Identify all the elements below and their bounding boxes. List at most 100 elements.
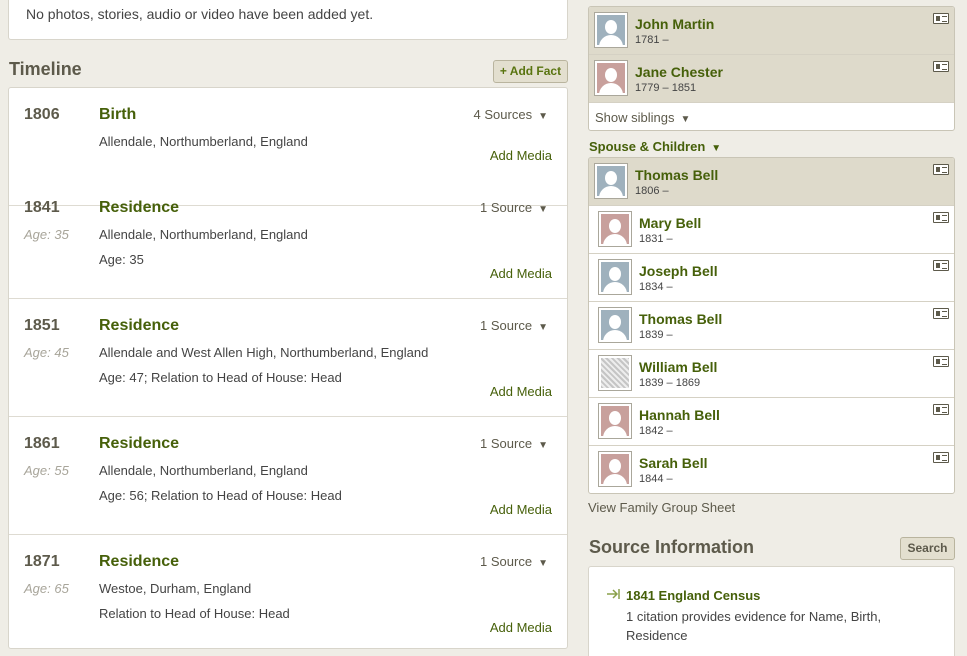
person-name[interactable]: Sarah Bell [639, 455, 707, 471]
event-sources-label: 4 Sources [473, 107, 533, 122]
parent-row[interactable]: John Martin 1781 – [589, 7, 954, 55]
profile-card-icon[interactable] [933, 404, 949, 415]
event-year: 1861 [24, 435, 60, 452]
timeline-title: Timeline [9, 59, 82, 79]
add-media-link[interactable]: Add Media [490, 384, 552, 399]
event-detail: Relation to Head of House: Head [99, 606, 290, 621]
person-name[interactable]: Joseph Bell [639, 263, 718, 279]
event-sources-dropdown[interactable]: 1 Source ▼ [480, 554, 548, 569]
event-sources-dropdown[interactable]: 1 Source ▼ [480, 436, 548, 451]
person-name[interactable]: Thomas Bell [639, 311, 722, 327]
male-avatar-icon [594, 12, 628, 48]
person-name[interactable]: William Bell [639, 359, 717, 375]
person-dates: 1831 – [639, 233, 673, 245]
caret-down-icon: ▼ [711, 143, 722, 154]
event-age: Age: 65 [24, 581, 69, 596]
event-sources-dropdown[interactable]: 1 Source ▼ [480, 200, 548, 215]
child-row[interactable]: Thomas Bell 1839 – [589, 302, 954, 350]
child-row[interactable]: William Bell 1839 – 1869 [589, 350, 954, 398]
spouse-row[interactable]: Thomas Bell 1806 – [589, 158, 954, 206]
event-sources-label: 1 Source [480, 318, 533, 333]
event-title[interactable]: Residence [99, 553, 179, 571]
source-info-title: Source Information [589, 537, 755, 557]
event-year: 1841 [24, 199, 60, 216]
child-row[interactable]: Hannah Bell 1842 – [589, 398, 954, 446]
show-siblings-toggle[interactable]: Show siblings ▼ [595, 110, 690, 125]
child-row[interactable]: Mary Bell 1831 – [589, 206, 954, 254]
profile-card-icon[interactable] [933, 356, 949, 367]
add-media-link[interactable]: Add Media [490, 148, 552, 163]
add-fact-button[interactable]: + Add Fact [493, 60, 568, 83]
person-dates: 1839 – 1869 [639, 377, 701, 389]
spouse-children-toggle[interactable]: Spouse & Children ▼ [589, 139, 721, 154]
event-place: Allendale, Northumberland, England [99, 227, 308, 242]
source-name-link[interactable]: 1841 England Census [626, 588, 760, 603]
event-place: Allendale and West Allen High, Northumbe… [99, 345, 429, 360]
timeline-event: 1871 Age: 65 Residence Westoe, Durham, E… [9, 535, 567, 653]
event-sources-dropdown[interactable]: 1 Source ▼ [480, 318, 548, 333]
show-siblings-label: Show siblings [595, 110, 675, 125]
event-title[interactable]: Residence [99, 199, 179, 217]
female-avatar-icon [594, 60, 628, 96]
male-avatar-icon [594, 163, 628, 199]
event-place: Westoe, Durham, England [99, 581, 252, 596]
event-age: Age: 35 [24, 227, 69, 242]
person-dates: 1834 – [639, 281, 673, 293]
caret-down-icon: ▼ [538, 204, 548, 215]
event-detail: Age: 56; Relation to Head of House: Head [99, 488, 342, 503]
caret-down-icon: ▼ [538, 440, 548, 451]
family-panel: Thomas Bell 1806 – Mary Bell 1831 – Jose… [588, 157, 955, 494]
event-year: 1871 [24, 553, 60, 570]
search-button[interactable]: Search [900, 537, 955, 560]
person-dates: 1844 – [639, 473, 673, 485]
source-arrow-icon [607, 589, 620, 599]
event-year: 1806 [24, 106, 60, 123]
person-name[interactable]: Mary Bell [639, 215, 701, 231]
event-sources-dropdown[interactable]: 4 Sources ▼ [474, 107, 548, 122]
event-sources-label: 1 Source [480, 200, 533, 215]
profile-card-icon[interactable] [933, 61, 949, 72]
event-detail: Age: 35 [99, 252, 144, 267]
event-title[interactable]: Residence [99, 317, 179, 335]
person-dates: 1842 – [639, 425, 673, 437]
person-name[interactable]: Thomas Bell [635, 167, 718, 183]
person-name[interactable]: Jane Chester [635, 64, 723, 80]
person-name[interactable]: Hannah Bell [639, 407, 720, 423]
event-sources-label: 1 Source [480, 554, 533, 569]
event-place: Allendale, Northumberland, England [99, 463, 308, 478]
caret-down-icon: ▼ [538, 111, 548, 122]
source-description: 1 citation provides evidence for Name, B… [626, 609, 882, 643]
profile-card-icon[interactable] [933, 308, 949, 319]
add-media-link[interactable]: Add Media [490, 502, 552, 517]
view-family-group-sheet-link[interactable]: View Family Group Sheet [588, 500, 735, 515]
child-row[interactable]: Sarah Bell 1844 – [589, 446, 954, 493]
event-title[interactable]: Birth [99, 106, 136, 124]
add-media-link[interactable]: Add Media [490, 620, 552, 635]
event-year: 1851 [24, 317, 60, 334]
source-panel: 1841 England Census 1 citation provides … [588, 566, 955, 656]
profile-card-icon[interactable] [933, 452, 949, 463]
caret-down-icon: ▼ [680, 114, 691, 125]
caret-down-icon: ▼ [538, 322, 548, 333]
profile-card-icon[interactable] [933, 164, 949, 175]
person-name[interactable]: John Martin [635, 16, 714, 32]
event-title[interactable]: Residence [99, 435, 179, 453]
timeline-list: 1806 Birth Allendale, Northumberland, En… [8, 87, 568, 649]
media-panel: No photos, stories, audio or video have … [8, 0, 568, 40]
event-sources-label: 1 Source [480, 436, 533, 451]
timeline-event: 1861 Age: 55 Residence Allendale, Northu… [9, 417, 567, 535]
profile-card-icon[interactable] [933, 212, 949, 223]
timeline-event: 1851 Age: 45 Residence Allendale and Wes… [9, 299, 567, 417]
parent-row[interactable]: Jane Chester 1779 – 1851 [589, 55, 954, 103]
photo-thumbnail-icon [598, 355, 632, 391]
profile-card-icon[interactable] [933, 260, 949, 271]
event-place: Allendale, Northumberland, England [99, 134, 308, 149]
child-row[interactable]: Joseph Bell 1834 – [589, 254, 954, 302]
add-media-link[interactable]: Add Media [490, 266, 552, 281]
person-dates: 1839 – [639, 329, 673, 341]
timeline-event: 1841 Age: 35 Residence Allendale, Northu… [9, 181, 567, 299]
caret-down-icon: ▼ [538, 558, 548, 569]
profile-card-icon[interactable] [933, 13, 949, 24]
female-avatar-icon [598, 451, 632, 487]
person-dates: 1806 – [635, 185, 669, 197]
